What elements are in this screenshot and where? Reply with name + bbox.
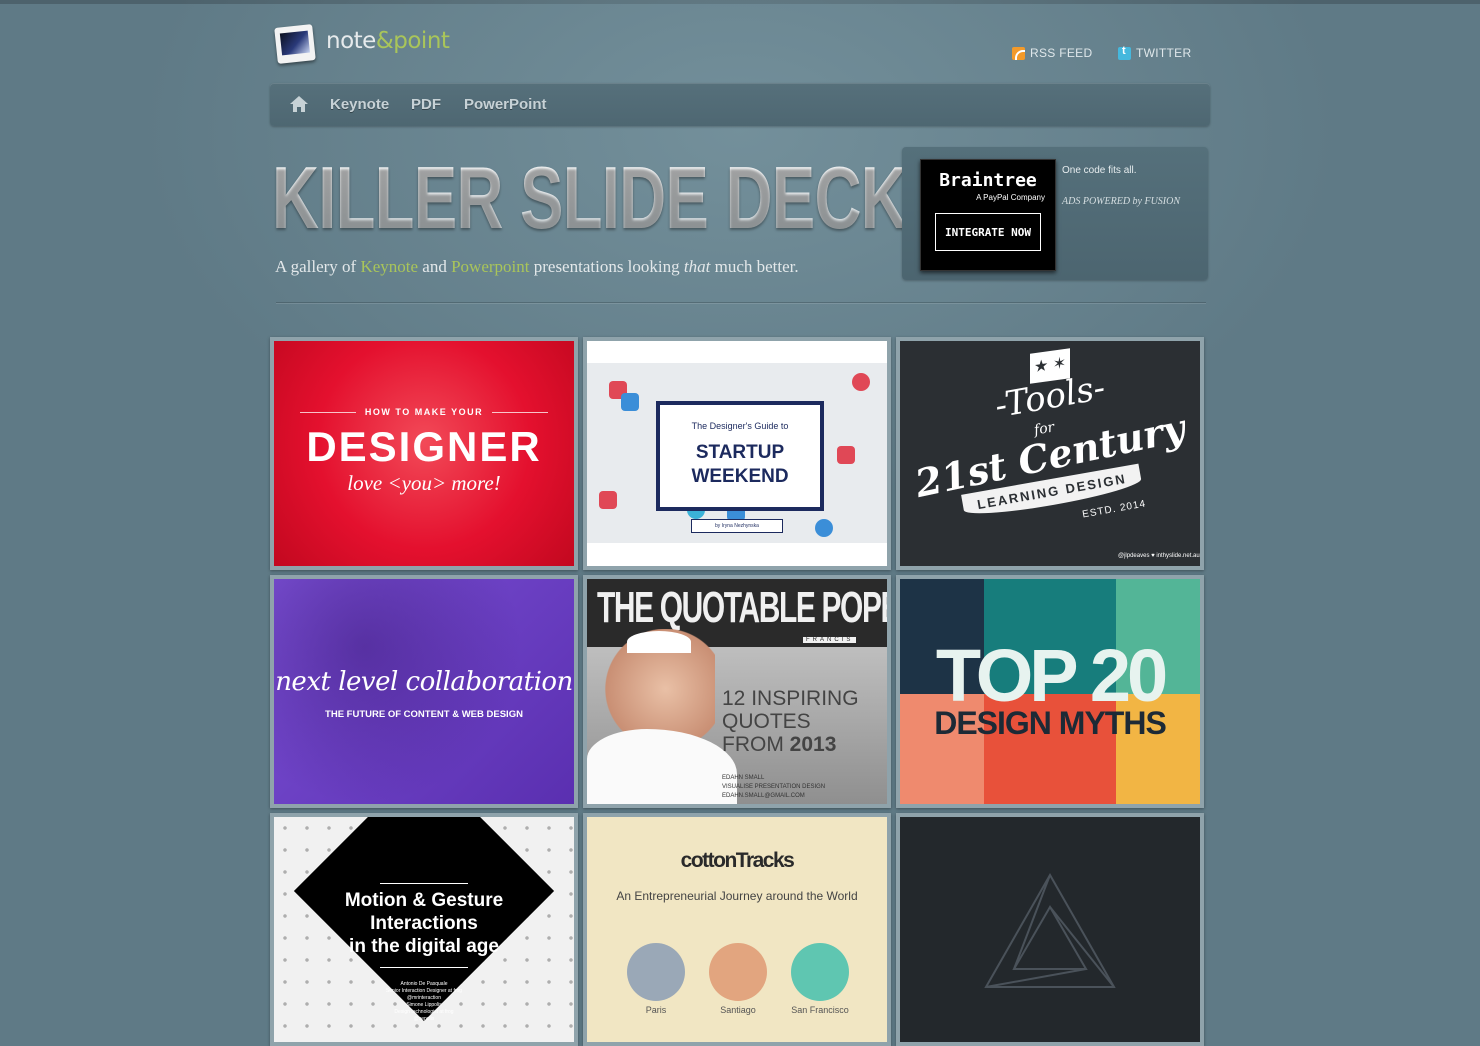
gallery-item-21st-century[interactable]: -Tools- for 21st Century LEARNING DESIGN… [896, 337, 1204, 570]
ad-box: Braintree A PayPal Company INTEGRATE NOW… [902, 147, 1208, 280]
twitter-link[interactable]: TWITTER [1118, 45, 1191, 60]
hero-divider [276, 302, 1206, 303]
gallery-item-designer[interactable]: HOW TO MAKE YOUR DESIGNER love <you> mor… [270, 337, 578, 570]
nav-keynote[interactable]: Keynote [330, 96, 389, 113]
site-logo[interactable]: note&point [274, 22, 476, 66]
gallery-item-quotable-pope[interactable]: THE QUOTABLE POPE FRANCIS 12 INSPIRING QU… [583, 575, 891, 808]
paris-icon [627, 943, 685, 1001]
logo-wordmark: note&point [326, 28, 450, 54]
gallery-item-top-20[interactable]: TOP 20 DESIGN MYTHS [896, 575, 1204, 808]
rss-icon [1012, 46, 1025, 60]
ad-banner[interactable]: Braintree A PayPal Company INTEGRATE NOW [920, 159, 1056, 271]
rss-feed-link[interactable]: RSS FEED [1012, 46, 1092, 60]
home-icon[interactable] [290, 96, 308, 112]
ad-text-link[interactable]: One code fits all. [1062, 165, 1136, 176]
twitter-icon [1118, 45, 1131, 60]
ad-integrate-button[interactable]: INTEGRATE NOW [935, 213, 1041, 251]
san-francisco-icon [791, 943, 849, 1001]
gallery-item-penrose[interactable] [896, 813, 1204, 1046]
logo-slide-icon [274, 24, 316, 64]
gallery-item-startup-weekend[interactable]: The Designer's Guide to STARTUP WEEKEND b… [583, 337, 891, 570]
santiago-icon [709, 943, 767, 1001]
main-nav: Keynote PDF PowerPoint [270, 83, 1210, 126]
penrose-triangle-icon [984, 872, 1116, 988]
gallery-item-next-level[interactable]: next level collaboration THE FUTURE OF C… [270, 575, 578, 808]
hero-headline: KILLER SLIDE DECKS. [272, 148, 968, 247]
gallery-item-motion-gesture[interactable]: Motion & Gesture Interactions in the digit… [270, 813, 578, 1046]
hero-tagline: A gallery of Keynote and Powerpoint pres… [275, 257, 799, 276]
nav-powerpoint[interactable]: PowerPoint [464, 96, 547, 113]
gallery-item-cottontracks[interactable]: cottonTracks An Entrepreneurial Journey … [583, 813, 891, 1046]
page-container: note&point RSS FEED TWITTER Keynote PDF … [270, 0, 1210, 1046]
ad-powered-by-link[interactable]: ADS POWERED by FUSION [1062, 196, 1180, 207]
nav-pdf[interactable]: PDF [411, 96, 441, 113]
header-links: RSS FEED TWITTER [1012, 45, 1202, 64]
